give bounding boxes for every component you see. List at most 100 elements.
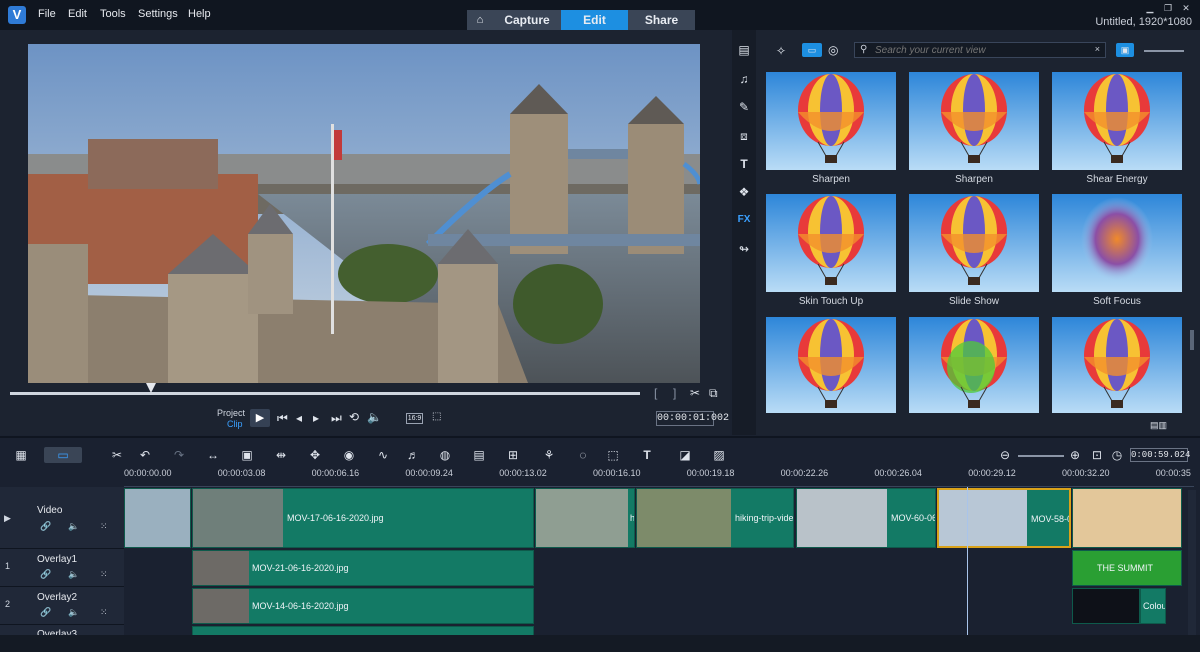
- menu-file[interactable]: File: [38, 8, 56, 20]
- volume-icon[interactable]: 🔈: [367, 410, 382, 424]
- thumbnail-size-slider[interactable]: [1144, 50, 1184, 52]
- clip-mode-label[interactable]: Clip: [227, 419, 243, 429]
- video-clip-5[interactable]: MOV-58-0: [937, 488, 1071, 548]
- menu-edit[interactable]: Edit: [68, 8, 87, 20]
- color-grading-icon[interactable]: ◪: [676, 447, 694, 463]
- video-clip-4[interactable]: MOV-60-06-: [796, 488, 936, 548]
- video-clip-1[interactable]: MOV-17-06-16-2020.jpg: [192, 488, 534, 548]
- transition-icon[interactable]: ⧈: [736, 128, 752, 144]
- menu-tools[interactable]: Tools: [100, 8, 126, 20]
- audio-icon[interactable]: ♫: [736, 71, 752, 87]
- zoom-in-icon[interactable]: ⊕: [1066, 447, 1084, 463]
- grid-icon[interactable]: ⁙: [100, 569, 108, 580]
- overlay1-clip-1[interactable]: MOV-21-06-16-2020.jpg: [192, 550, 534, 586]
- fit-to-window-icon[interactable]: ⊡: [1088, 447, 1106, 463]
- split-clip-icon[interactable]: ✂: [690, 386, 700, 400]
- home-start-icon[interactable]: ⏮: [277, 411, 288, 426]
- audio-filters-icon[interactable]: ◎: [828, 43, 838, 57]
- mask-creator-icon[interactable]: ◌: [574, 447, 592, 463]
- previous-frame-icon[interactable]: ◂: [296, 411, 302, 425]
- storyboard-view-icon[interactable]: ▦: [12, 447, 30, 463]
- end-icon[interactable]: ⏭: [331, 411, 342, 426]
- multicam-icon[interactable]: ⊞: [504, 447, 522, 463]
- audio-mixer-icon[interactable]: ∿: [374, 447, 392, 463]
- effect-thumbnail[interactable]: [1052, 317, 1182, 413]
- timecode-display[interactable]: 00:00:01:002: [656, 411, 729, 426]
- effect-thumbnail[interactable]: [766, 194, 896, 292]
- enlarge-preview-icon[interactable]: ⧉: [709, 386, 718, 401]
- overlay1-title-clip[interactable]: THE SUMMIT: [1072, 550, 1182, 586]
- split-icon[interactable]: ⇹: [272, 447, 290, 463]
- clear-search-icon[interactable]: ×: [1095, 44, 1100, 54]
- video-clip-1-thumb[interactable]: [124, 488, 191, 548]
- graphics-icon[interactable]: ❖: [736, 184, 752, 200]
- effect-thumbnail[interactable]: [766, 317, 896, 413]
- tab-capture[interactable]: Capture: [493, 10, 561, 30]
- library-scrollbar[interactable]: [1190, 330, 1194, 350]
- 3d-title-icon[interactable]: T: [638, 447, 656, 463]
- timeline-ruler[interactable]: 00:00:00.00 00:00:03.08 00:00:06.16 00:00:0…: [124, 465, 1194, 487]
- favorite-filter-icon[interactable]: ✧: [776, 44, 786, 58]
- list-view-icon[interactable]: ▣: [1116, 43, 1134, 57]
- link-icon[interactable]: 🔗: [40, 521, 51, 532]
- mute-icon[interactable]: 🔈: [68, 569, 79, 580]
- mask-icon[interactable]: ◍: [436, 447, 454, 463]
- mark-out-icon[interactable]: ]: [673, 386, 676, 400]
- redo-icon[interactable]: ↷: [170, 447, 188, 463]
- video-clip-6[interactable]: [1072, 488, 1182, 548]
- mute-icon[interactable]: 🔈: [68, 521, 79, 532]
- timeline-hscroll[interactable]: [0, 635, 1200, 652]
- repeat-icon[interactable]: ⟲: [349, 410, 359, 424]
- video-compositing-icon[interactable]: ▨: [710, 447, 728, 463]
- media-icon[interactable]: ▤: [736, 42, 752, 58]
- link-icon[interactable]: 🔗: [40, 607, 51, 618]
- video-filters-icon[interactable]: ▭: [802, 43, 822, 57]
- overlay2-clip-1[interactable]: MOV-14-06-16-2020.jpg: [192, 588, 534, 624]
- search-input[interactable]: [875, 43, 1085, 57]
- playhead[interactable]: [967, 487, 968, 637]
- library-options-icon[interactable]: ▤▥: [1150, 420, 1167, 431]
- crop-icon[interactable]: ▣: [238, 447, 256, 463]
- overlay2-graphic-clip[interactable]: [1072, 588, 1140, 624]
- link-icon[interactable]: 🔗: [40, 569, 51, 580]
- tab-share[interactable]: Share: [628, 10, 695, 30]
- resize-icon[interactable]: ⬚: [432, 411, 441, 422]
- record-icon[interactable]: ◉: [340, 447, 358, 463]
- playback-scrubber[interactable]: [10, 392, 640, 395]
- timeline-vscroll[interactable]: [1188, 490, 1196, 635]
- motion-tracking-icon[interactable]: ⚘: [540, 447, 558, 463]
- next-frame-icon[interactable]: ▸: [313, 411, 319, 425]
- video-clip-2[interactable]: hi: [535, 488, 635, 548]
- mute-icon[interactable]: 🔈: [68, 607, 79, 618]
- maximize-icon[interactable]: ❐: [1162, 3, 1174, 13]
- instant-project-icon[interactable]: ✎: [736, 99, 752, 115]
- timeline-view-icon[interactable]: ▭: [44, 447, 82, 463]
- effect-thumbnail[interactable]: [1052, 194, 1182, 292]
- effect-thumbnail[interactable]: [1052, 72, 1182, 170]
- effect-thumbnail[interactable]: [909, 72, 1039, 170]
- path-icon[interactable]: ↬: [736, 241, 752, 257]
- aspect-ratio-selector[interactable]: 16:9: [406, 413, 423, 424]
- undo-icon[interactable]: ↶: [136, 447, 154, 463]
- screen-record-icon[interactable]: ⬚: [604, 447, 622, 463]
- grid-icon[interactable]: ⁙: [100, 521, 108, 532]
- menu-settings[interactable]: Settings: [138, 8, 178, 20]
- project-mode-label[interactable]: Project: [217, 408, 245, 418]
- fit-timeline-icon[interactable]: ↔: [204, 447, 222, 463]
- title-icon[interactable]: T: [736, 156, 752, 172]
- effect-thumbnail[interactable]: [766, 72, 896, 170]
- effect-thumbnail[interactable]: [909, 194, 1039, 292]
- auto-music-icon[interactable]: ♬: [404, 447, 422, 463]
- video-clip-3[interactable]: hiking-trip-video: [636, 488, 794, 548]
- home-button[interactable]: ⌂: [467, 10, 493, 30]
- play-button[interactable]: ▶: [250, 409, 270, 427]
- pan-zoom-icon[interactable]: ✥: [306, 447, 324, 463]
- effect-thumbnail[interactable]: [909, 317, 1039, 413]
- mark-in-icon[interactable]: [: [654, 386, 657, 400]
- tab-edit[interactable]: Edit: [561, 10, 628, 30]
- timeline-zoom-slider[interactable]: [1018, 455, 1064, 457]
- overlay2-colour-clip[interactable]: Colou: [1140, 588, 1166, 624]
- subtitle-icon[interactable]: ▤: [470, 447, 488, 463]
- tools-icon[interactable]: ✂: [108, 447, 126, 463]
- grid-icon[interactable]: ⁙: [100, 607, 108, 618]
